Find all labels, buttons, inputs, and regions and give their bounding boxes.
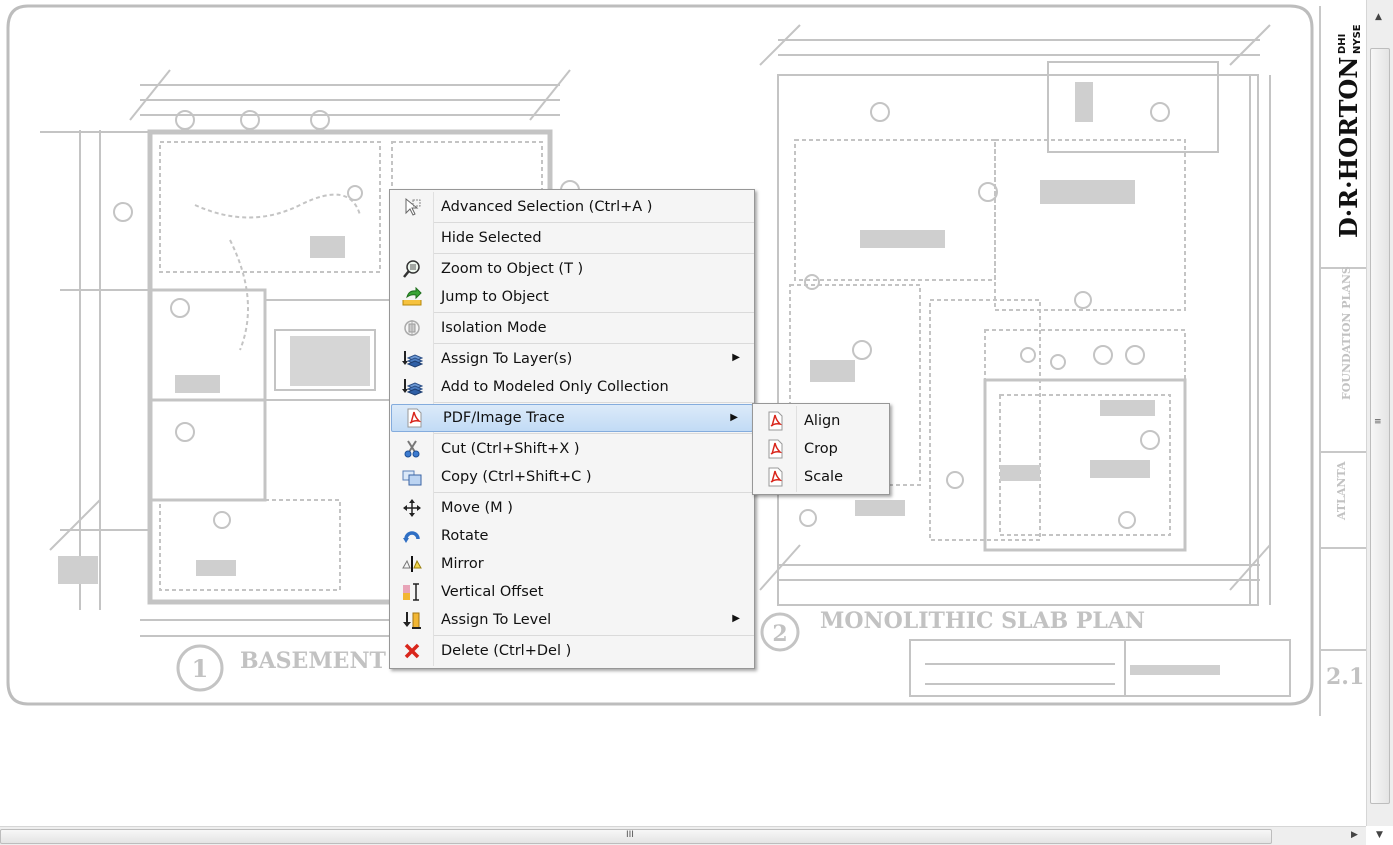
isolation-icon: [390, 314, 434, 342]
menu-item-label: Zoom to Object (T ): [441, 261, 584, 277]
layers-icon: [390, 345, 434, 373]
menu-item-move[interactable]: Move (M ): [390, 494, 754, 522]
svg-text:D·R·HORTON: D·R·HORTON: [1334, 57, 1363, 238]
submenu-item-crop[interactable]: Crop: [753, 435, 889, 463]
menu-item-add-to-modeled-only[interactable]: Add to Modeled Only Collection: [390, 373, 754, 401]
svg-text:NYSE: NYSE: [1352, 24, 1363, 54]
menu-separator: [434, 253, 754, 254]
right-plan-title: MONOLITHIC SLAB PLAN: [820, 608, 1145, 634]
level-icon: [390, 606, 434, 634]
submenu-item-label: Crop: [804, 441, 838, 457]
brand-logo: D·R·HORTON DHI NYSE: [1334, 24, 1363, 238]
move-arrows-icon: [390, 494, 434, 522]
scroll-right-icon[interactable]: ▶: [1351, 830, 1358, 840]
menu-item-label: Assign To Layer(s): [441, 351, 573, 367]
submenu-item-align[interactable]: Align: [753, 407, 889, 435]
menu-item-label: Mirror: [441, 556, 484, 572]
menu-item-cut[interactable]: Cut (Ctrl+Shift+X ): [390, 435, 754, 463]
menu-separator: [434, 343, 754, 344]
vertical-scrollbar[interactable]: ▲ ≡: [1366, 0, 1393, 826]
mirror-icon: [390, 550, 434, 578]
left-plan-title: BASEMENT: [240, 648, 387, 674]
menu-item-label: PDF/Image Trace: [443, 410, 565, 426]
menu-separator: [434, 492, 754, 493]
menu-item-rotate[interactable]: Rotate: [390, 522, 754, 550]
menu-item-hide-selected[interactable]: Hide Selected: [390, 224, 754, 252]
title-block-text: FOUNDATION PLANS: [1340, 266, 1353, 400]
scissors-icon: [390, 435, 434, 463]
menu-item-mirror[interactable]: Mirror: [390, 550, 754, 578]
svg-text:DHI: DHI: [1337, 34, 1348, 54]
rotate-icon: [390, 522, 434, 550]
horizontal-scroll-thumb[interactable]: III: [0, 829, 1272, 844]
pdf-trace-submenu: Align Crop Scale: [752, 403, 890, 495]
menu-item-label: Rotate: [441, 528, 489, 544]
submenu-item-scale[interactable]: Scale: [753, 463, 889, 491]
pdf-icon: [753, 407, 797, 435]
submenu-item-label: Align: [804, 413, 841, 429]
menu-item-assign-to-layers[interactable]: Assign To Layer(s) ▶: [390, 345, 754, 373]
layers-add-icon: [390, 373, 434, 401]
menu-item-label: Jump to Object: [441, 289, 549, 305]
menu-item-label: Move (M ): [441, 500, 513, 516]
menu-separator: [434, 312, 754, 313]
right-plan-number: 2: [772, 621, 787, 647]
menu-item-advanced-selection[interactable]: Advanced Selection (Ctrl+A ): [390, 193, 754, 221]
zoom-magnifier-icon: [390, 255, 434, 283]
vertical-grip-icon: ≡: [1374, 417, 1382, 427]
menu-item-label: Vertical Offset: [441, 584, 544, 600]
menu-item-assign-to-level[interactable]: Assign To Level ▶: [390, 606, 754, 634]
pdf-icon: [392, 404, 436, 432]
menu-separator: [434, 635, 754, 636]
vertical-scroll-thumb[interactable]: ≡: [1370, 48, 1390, 804]
menu-item-delete[interactable]: Delete (Ctrl+Del ): [390, 637, 754, 665]
menu-separator: [434, 433, 754, 434]
horizontal-grip-icon: III: [626, 830, 634, 840]
menu-item-label: Delete (Ctrl+Del ): [441, 643, 572, 659]
menu-item-copy[interactable]: Copy (Ctrl+Shift+C ): [390, 463, 754, 491]
horizontal-scrollbar[interactable]: III ▶: [0, 826, 1366, 845]
submenu-arrow-icon: ▶: [730, 412, 738, 423]
menu-item-pdf-image-trace[interactable]: PDF/Image Trace ▶: [391, 404, 753, 432]
menu-item-vertical-offset[interactable]: Vertical Offset: [390, 578, 754, 606]
menu-separator: [434, 222, 754, 223]
submenu-arrow-icon: ▶: [732, 352, 740, 363]
left-plan-number: 1: [192, 654, 209, 683]
pointer-select-icon: [390, 193, 434, 221]
vertical-offset-icon: [390, 578, 434, 606]
sheet-number: 2.1: [1326, 664, 1364, 690]
location-text: ATLANTA: [1335, 461, 1348, 521]
jump-arrow-icon: [390, 283, 434, 311]
pdf-icon: [753, 463, 797, 491]
submenu-arrow-icon: ▶: [732, 613, 740, 624]
context-menu: Advanced Selection (Ctrl+A ) Hide Select…: [389, 189, 755, 669]
menu-item-label: Assign To Level: [441, 612, 552, 628]
delete-x-icon: [390, 637, 434, 665]
blank-icon: [390, 224, 434, 252]
menu-item-label: Copy (Ctrl+Shift+C ): [441, 469, 592, 485]
menu-separator: [434, 402, 754, 403]
menu-item-label: Cut (Ctrl+Shift+X ): [441, 441, 580, 457]
copy-icon: [390, 463, 434, 491]
scroll-down-icon[interactable]: ▼: [1376, 830, 1383, 840]
scroll-up-icon[interactable]: ▲: [1375, 12, 1382, 22]
menu-item-zoom-to-object[interactable]: Zoom to Object (T ): [390, 255, 754, 283]
menu-item-label: Isolation Mode: [441, 320, 547, 336]
submenu-item-label: Scale: [804, 469, 844, 485]
menu-item-label: Hide Selected: [441, 230, 542, 246]
menu-item-jump-to-object[interactable]: Jump to Object: [390, 283, 754, 311]
menu-item-label: Add to Modeled Only Collection: [441, 379, 669, 395]
menu-item-label: Advanced Selection (Ctrl+A ): [441, 199, 653, 215]
pdf-icon: [753, 435, 797, 463]
menu-item-isolation-mode[interactable]: Isolation Mode: [390, 314, 754, 342]
